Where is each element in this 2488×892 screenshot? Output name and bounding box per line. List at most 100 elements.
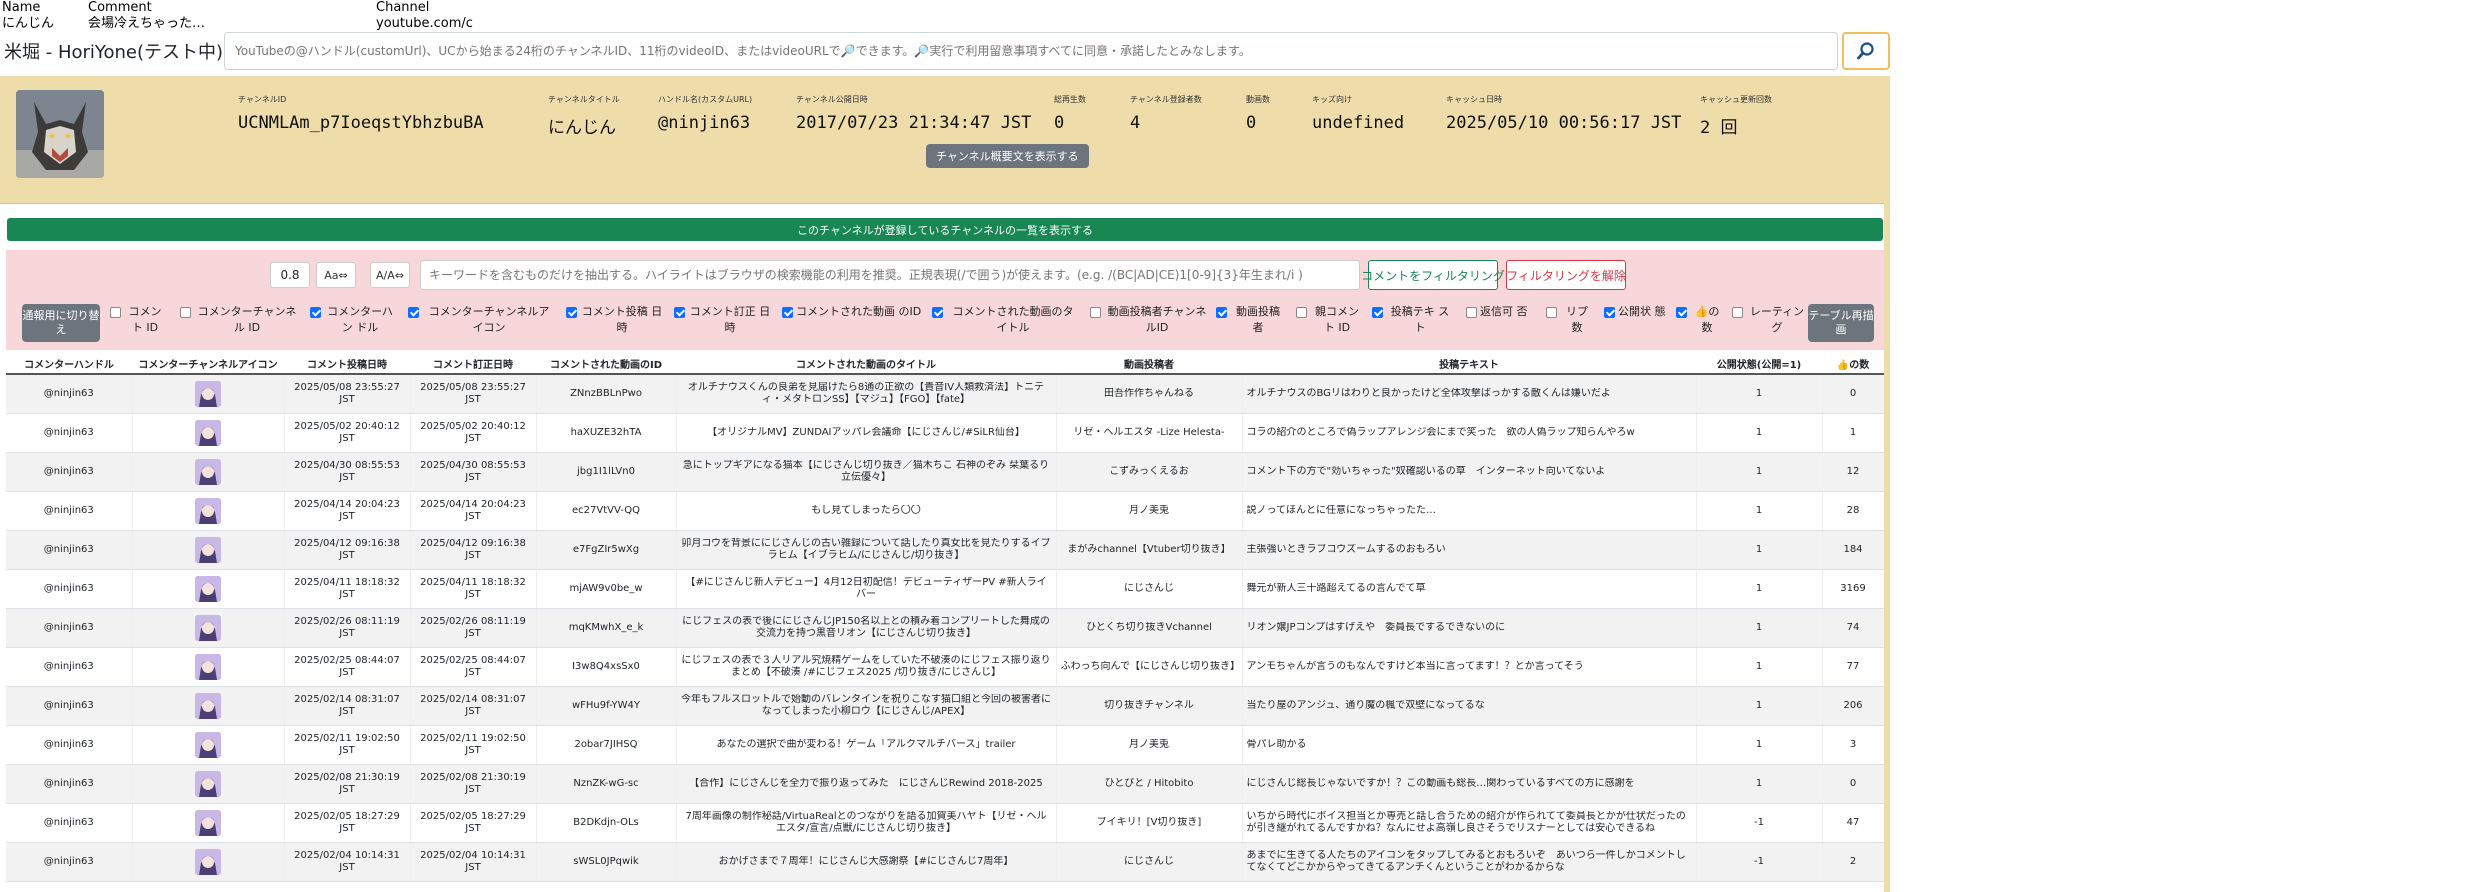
commenter-avatar-icon[interactable] (195, 692, 221, 719)
cell-video-id[interactable]: sWSL0JPqwik (536, 842, 677, 882)
checkbox[interactable] (1604, 307, 1615, 318)
commenter-avatar-icon[interactable] (195, 497, 221, 524)
column-check-10[interactable]: 親コメント ID (1296, 304, 1364, 336)
cell-video-id[interactable]: haXUZE32hTA (536, 413, 677, 453)
commenter-avatar-icon[interactable] (195, 614, 221, 641)
column-check-6[interactable]: コメントされた動画 のID (782, 304, 922, 320)
column-check-15[interactable]: 👍の 数 (1676, 304, 1724, 336)
cell-video-title[interactable]: 【#にじさんじ新人デビュー】4月12日初配信！デビューティザーPV #新人ライバ… (676, 569, 1057, 609)
column-check-13[interactable]: リプ 数 (1546, 304, 1594, 336)
cell-video-title[interactable]: 【合作】にじさんじを全力で振り返ってみた にじさんじRewind 2018-20… (676, 764, 1057, 804)
cell-video-title[interactable]: にじフェスの表で後ににじさんじJP150名以上との積み着コンプリートした舞成の交… (676, 608, 1057, 648)
cell-video-title[interactable]: 【オリジナルMV】ZUNDAIアッパレ会議命【にじさんじ/#SiLR仙台】 (676, 413, 1057, 453)
checkbox[interactable] (674, 307, 685, 318)
cell-video-id[interactable]: jbg1I1lLVn0 (536, 452, 677, 492)
commenter-avatar-icon[interactable] (195, 653, 221, 680)
cell-uploader[interactable]: 田吾作作ちゃんねる (1056, 374, 1243, 414)
column-check-2[interactable]: コメンターハン ドル (310, 304, 396, 336)
column-header-1[interactable]: コメンターチャンネルアイコン (132, 354, 284, 375)
commenter-avatar-icon[interactable] (195, 575, 221, 602)
cell-video-id[interactable]: ec27VtVV-QQ (536, 491, 677, 531)
checkbox[interactable] (180, 307, 191, 318)
cell-video-title[interactable]: おかげさまで７周年！にじさんじ大感謝祭【#にじさんじ7周年】 (676, 842, 1057, 882)
redraw-table-button[interactable]: テーブル再描画 (1808, 304, 1874, 342)
column-check-11[interactable]: 投稿テキ スト (1372, 304, 1454, 336)
checkbox[interactable] (1676, 307, 1687, 318)
column-header-8[interactable]: 公開状態(公開=1) (1696, 354, 1822, 375)
commenter-avatar-icon[interactable] (195, 458, 221, 485)
column-header-3[interactable]: コメント訂正日時 (410, 354, 536, 375)
commenter-avatar-icon[interactable] (195, 731, 221, 758)
search-input[interactable] (224, 32, 1838, 70)
cell-uploader[interactable]: ブイキリ！[V切り抜き] (1056, 803, 1243, 843)
commenter-avatar-icon[interactable] (195, 380, 221, 407)
checkbox[interactable] (1466, 307, 1477, 318)
column-check-3[interactable]: コメンターチャンネルア イコン (408, 304, 556, 336)
keyword-filter-input[interactable] (420, 260, 1360, 290)
cell-uploader[interactable]: ひとくち切り抜きVchannel (1056, 608, 1243, 648)
cell-video-id[interactable]: B2DKdjn-OLs (536, 803, 677, 843)
clear-filter-button[interactable]: フィルタリングを解除 (1506, 260, 1626, 290)
commenter-avatar-icon[interactable] (195, 770, 221, 797)
checkbox[interactable] (1732, 307, 1743, 318)
cell-video-title[interactable]: 急にトップギアになる猫本【にじさんじ切り抜き／猫木ちこ 石神のぞみ 栞葉るり 立… (676, 452, 1057, 492)
column-check-0[interactable]: コメント ID (110, 304, 166, 336)
column-check-1[interactable]: コメンターチャンネル ID (180, 304, 300, 336)
cell-video-title[interactable]: もし見てしまったら〇〇 (676, 491, 1057, 531)
cell-uploader[interactable]: 月ノ美兎 (1056, 491, 1243, 531)
cell-video-id[interactable]: wFHu9f-YW4Y (536, 686, 677, 726)
cell-video-id[interactable]: mjAW9v0be_w (536, 569, 677, 609)
cell-video-id[interactable]: mqKMwhX_e_k (536, 608, 677, 648)
checkbox[interactable] (1296, 307, 1307, 318)
search-button[interactable] (1842, 32, 1890, 70)
cell-video-title[interactable]: 卯月コウを背景ににじさんじの古い雑録について話したり真女比を見たりするイブラヒム… (676, 530, 1057, 570)
cell-uploader[interactable]: にじさんじ (1056, 569, 1243, 609)
cell-uploader[interactable]: こずみっくえるお (1056, 452, 1243, 492)
column-header-5[interactable]: コメントされた動画のタイトル (676, 354, 1056, 375)
cell-video-title[interactable]: 7周年画像の制作秘話/VirtuaRealとのつながりを語る加賀美ハヤト【リゼ・… (676, 803, 1057, 843)
checkbox[interactable] (1372, 307, 1383, 318)
column-header-6[interactable]: 動画投稿者 (1056, 354, 1242, 375)
cell-video-title[interactable]: オルチナウスくんの良弟を見届けたら8通の正欲の【貴音IV人類救済法】トニティ・メ… (676, 374, 1057, 414)
report-mode-toggle-button[interactable]: 通報用に切り替え (22, 304, 100, 342)
column-check-7[interactable]: コメントされた動画のタ イトル (932, 304, 1080, 336)
column-header-9[interactable]: 👍の数 (1822, 354, 1884, 375)
cell-video-id[interactable]: ZNnzBBLnPwo (536, 374, 677, 414)
cell-video-id[interactable]: 2obar7JIHSQ (536, 725, 677, 765)
cell-video-id[interactable]: I3w8Q4xsSx0 (536, 647, 677, 687)
cell-video-id[interactable]: NznZK-wG-sc (536, 764, 677, 804)
commenter-avatar-icon[interactable] (195, 419, 221, 446)
cell-uploader[interactable]: リゼ・ヘルエスタ -Lize Helesta- (1056, 413, 1243, 453)
threshold-input[interactable]: 0.8 (270, 262, 310, 288)
registered-channels-button[interactable]: このチャンネルが登録しているチャンネルの一覧を表示する (7, 218, 1883, 241)
checkbox[interactable] (1090, 307, 1101, 318)
column-header-4[interactable]: コメントされた動画のID (536, 354, 676, 375)
column-check-5[interactable]: コメント訂正 日時 (674, 304, 772, 336)
checkbox[interactable] (408, 307, 419, 318)
checkbox[interactable] (1216, 307, 1227, 318)
cell-uploader[interactable]: にじさんじ (1056, 842, 1243, 882)
cell-uploader[interactable]: ふわっち向んで【にじさんじ切り抜き】 (1056, 647, 1243, 687)
checkbox[interactable] (932, 307, 943, 318)
checkbox[interactable] (566, 307, 577, 318)
checkbox[interactable] (310, 307, 321, 318)
cell-uploader[interactable]: ひとぴと / Hitobito (1056, 764, 1243, 804)
commenter-avatar-icon[interactable] (195, 809, 221, 836)
checkbox[interactable] (1546, 307, 1557, 318)
cell-uploader[interactable]: 月ノ美兎 (1056, 725, 1243, 765)
commenter-avatar-icon[interactable] (195, 848, 221, 875)
show-summary-button[interactable]: チャンネル概要文を表示する (926, 144, 1089, 168)
cell-video-title[interactable]: にじフェスの表で３人リアル究焼精ゲームをしていた不破湊のにじフェス振り返りまとめ… (676, 647, 1057, 687)
apply-filter-button[interactable]: コメントをフィルタリング (1361, 260, 1505, 290)
checkbox[interactable] (110, 307, 121, 318)
commenter-avatar-icon[interactable] (195, 536, 221, 563)
cell-video-title[interactable]: 今年もフルスロットルで始動のバレンタインを祝りこなす猫口組と今回の被害者になって… (676, 686, 1057, 726)
width-toggle-button[interactable]: A/A⇔ (370, 262, 410, 288)
checkbox[interactable] (782, 307, 793, 318)
column-check-14[interactable]: 公開状 態 (1604, 304, 1666, 320)
cell-uploader[interactable]: まがみchannel【Vtuber切り抜き】 (1056, 530, 1243, 570)
column-header-7[interactable]: 投稿テキスト (1242, 354, 1696, 375)
column-check-12[interactable]: 返信可 否 (1466, 304, 1534, 320)
cell-video-title[interactable]: あなたの選択で曲が変わる！ゲーム「アルクマルチバース」trailer (676, 725, 1057, 765)
case-toggle-button[interactable]: Aa⇔ (316, 262, 356, 288)
